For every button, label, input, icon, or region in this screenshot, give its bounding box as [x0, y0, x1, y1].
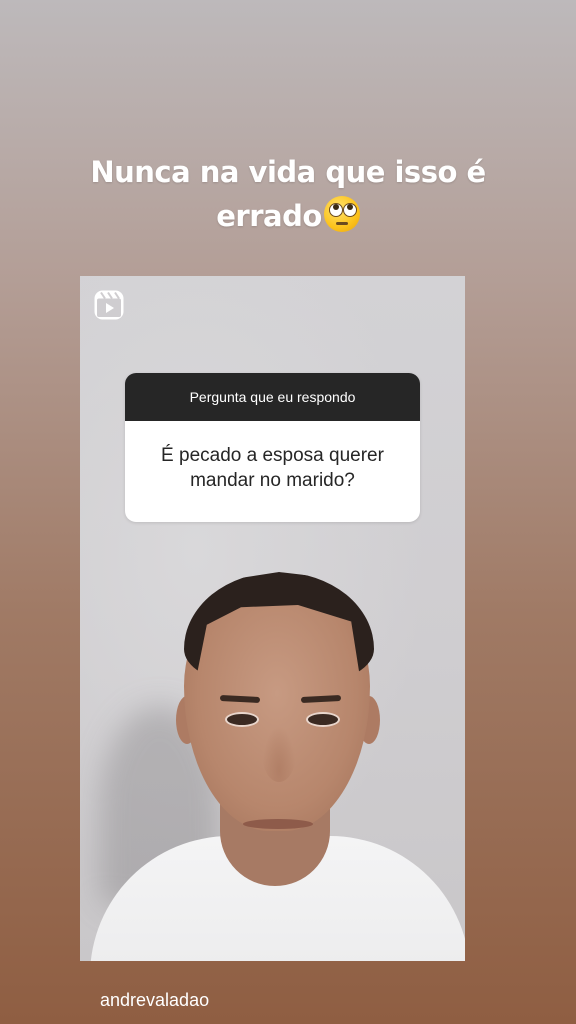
- rolling-eyes-emoji-icon: [323, 196, 360, 232]
- caption-line-1: Nunca na vida que isso é: [90, 155, 486, 189]
- story-caption: Nunca na vida que isso é errado: [0, 150, 576, 238]
- question-sticker-text: É pecado a esposa querer mandar no marid…: [161, 444, 384, 491]
- reels-icon: [94, 290, 124, 320]
- question-sticker-header: Pergunta que eu respondo: [125, 373, 420, 421]
- question-sticker[interactable]: Pergunta que eu respondo É pecado a espo…: [125, 373, 420, 522]
- username-label[interactable]: andrevaladao: [100, 990, 209, 1011]
- shared-reel-post[interactable]: Pergunta que eu respondo É pecado a espo…: [80, 276, 465, 961]
- caption-line-2: errado: [0, 194, 576, 238]
- caption-line-2-text: errado: [216, 199, 322, 233]
